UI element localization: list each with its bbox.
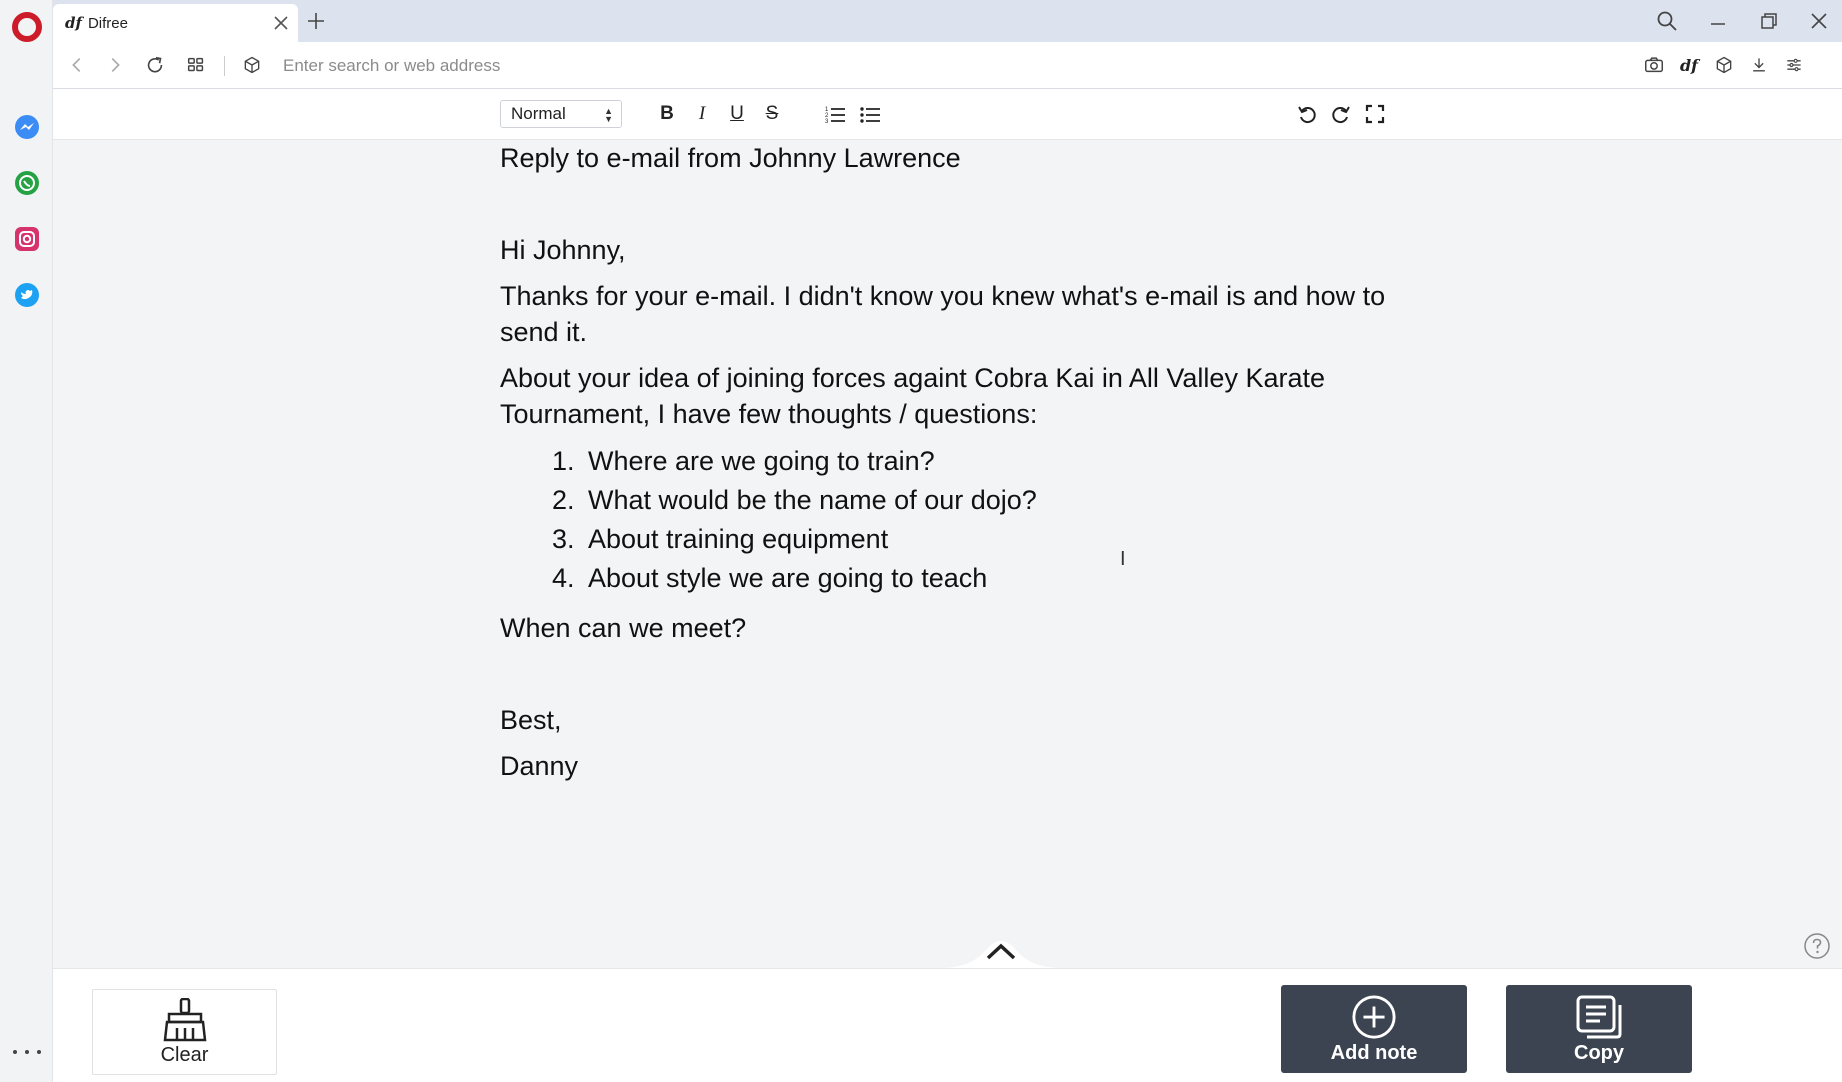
text-format-value: Normal: [511, 104, 566, 123]
undo-button[interactable]: [1295, 102, 1319, 126]
new-tab-button[interactable]: [303, 8, 329, 34]
paragraph-1: Thanks for your e-mail. I didn't know yo…: [500, 281, 1386, 347]
minimize-icon[interactable]: [1707, 10, 1729, 32]
snapshot-icon[interactable]: [1642, 53, 1666, 77]
add-note-button[interactable]: Add note: [1281, 985, 1467, 1073]
list-item: About style we are going to teach: [582, 559, 1400, 598]
greeting: Hi Johnny,: [500, 235, 626, 265]
close-tab-icon[interactable]: [272, 14, 290, 32]
opera-sidebar: [0, 0, 53, 1082]
strikethrough-button[interactable]: S: [760, 102, 784, 126]
address-input[interactable]: [283, 52, 1383, 79]
back-icon[interactable]: [65, 53, 89, 77]
opera-logo-icon[interactable]: [12, 12, 42, 42]
download-icon[interactable]: [1747, 53, 1771, 77]
clear-button[interactable]: Clear: [92, 989, 277, 1075]
close-window-icon[interactable]: [1808, 10, 1830, 32]
question-line: When can we meet?: [500, 613, 747, 643]
collapse-toggle[interactable]: [941, 932, 1061, 968]
editor-toolbar: Normal ▲ ▼ B I U S 123: [53, 90, 1842, 140]
add-note-label: Add note: [1330, 1041, 1418, 1064]
list-item: What would be the name of our dojo?: [582, 481, 1400, 520]
instagram-icon[interactable]: [14, 226, 40, 252]
select-arrows-icon: ▲ ▼: [604, 106, 613, 124]
tab-title: Difree: [87, 14, 128, 32]
italic-button[interactable]: I: [690, 102, 714, 126]
difree-extension-icon[interactable]: df: [1677, 53, 1701, 77]
closing: Best,: [500, 705, 562, 735]
editor-area[interactable]: Reply to e-mail from Johnny Lawrence Hi …: [53, 140, 1842, 968]
copy-label: Copy: [1574, 1041, 1624, 1064]
extensions-icon[interactable]: [1712, 53, 1736, 77]
twitter-icon[interactable]: [14, 282, 40, 308]
copy-button[interactable]: Copy: [1506, 985, 1692, 1073]
bullet-list-button[interactable]: [858, 102, 882, 126]
search-tabs-icon[interactable]: [1656, 10, 1678, 32]
restore-icon[interactable]: [1758, 10, 1780, 32]
sidebar-more-icon[interactable]: [13, 1046, 41, 1058]
fullscreen-button[interactable]: [1363, 102, 1387, 126]
help-icon[interactable]: [1803, 932, 1831, 960]
ordered-list-button[interactable]: 123: [823, 102, 847, 126]
site-info-icon[interactable]: [240, 53, 264, 77]
text-format-select[interactable]: Normal ▲ ▼: [500, 100, 622, 128]
svg-text:3: 3: [825, 119, 829, 125]
paragraph-2: About your idea of joining forces againt…: [500, 363, 1325, 429]
tiles-icon[interactable]: [184, 53, 208, 77]
tab-favicon: df: [65, 14, 82, 32]
whatsapp-icon[interactable]: [14, 170, 40, 196]
tab-difree[interactable]: df Difree: [53, 4, 298, 42]
list-item: About training equipment: [582, 520, 1400, 559]
forward-icon[interactable]: [103, 53, 127, 77]
clear-label: Clear: [160, 1043, 209, 1066]
document-body[interactable]: Reply to e-mail from Johnny Lawrence Hi …: [500, 140, 1400, 794]
bold-button[interactable]: B: [655, 102, 679, 126]
easy-setup-icon[interactable]: [1782, 53, 1806, 77]
copy-icon: [1576, 995, 1622, 1038]
subject-line: Reply to e-mail from Johnny Lawrence: [500, 143, 961, 173]
tab-strip: df Difree: [53, 0, 1842, 42]
text-cursor-icon: I: [1120, 548, 1126, 570]
plus-circle-icon: [1352, 994, 1396, 1039]
reload-icon[interactable]: [143, 53, 167, 77]
list-item: Where are we going to train?: [582, 442, 1400, 481]
broom-icon: [163, 997, 206, 1041]
address-bar: df: [53, 42, 1842, 89]
messenger-icon[interactable]: [14, 114, 40, 140]
bottom-action-bar: Clear Add note Copy: [53, 968, 1842, 1082]
question-list: Where are we going to train? What would …: [500, 442, 1400, 598]
redo-button[interactable]: [1329, 102, 1353, 126]
signature: Danny: [500, 751, 579, 781]
underline-button[interactable]: U: [725, 102, 749, 126]
